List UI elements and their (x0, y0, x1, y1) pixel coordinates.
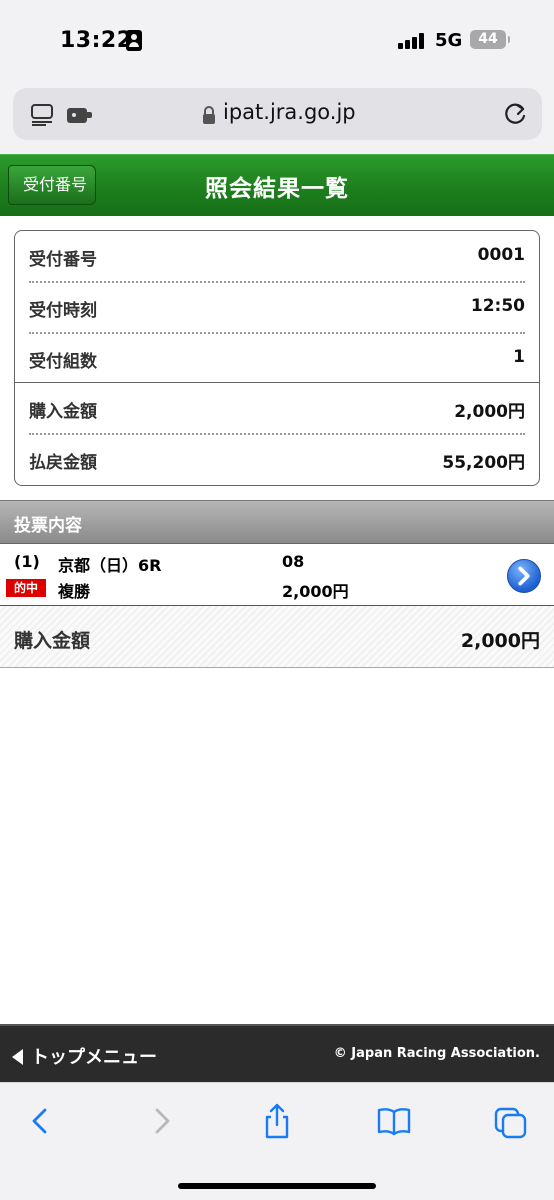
info-value: 1 (513, 347, 525, 367)
copyright: © Japan Racing Association. (333, 1046, 540, 1061)
info-value: 2,000円 (454, 402, 525, 422)
status-bar: 13:22 5G 44 (0, 0, 554, 84)
section-heading-bet-details: 投票内容 (0, 500, 554, 544)
url-text[interactable]: ipat.jra.go.jp (223, 100, 356, 124)
info-label: 受付時刻 (29, 301, 97, 321)
bet-combination: 08 (282, 552, 305, 571)
info-row-receipt-time: 受付時刻 12:50 (29, 282, 525, 332)
page-title: 照会結果一覧 (205, 176, 349, 202)
info-value: 12:50 (470, 296, 525, 316)
tabs-icon[interactable] (494, 1103, 528, 1139)
reader-mode-icon[interactable] (31, 104, 53, 126)
home-indicator (178, 1183, 376, 1189)
back-arrow-icon[interactable] (24, 1103, 58, 1139)
top-menu-label: トップメニュー (31, 1047, 157, 1068)
info-label: 受付番号 (29, 250, 97, 270)
address-bar[interactable]: ipat.jra.go.jp (13, 88, 542, 140)
forward-arrow-icon[interactable] (144, 1103, 178, 1139)
hit-badge: 的中 (6, 579, 46, 597)
clock: 13:22 (60, 28, 133, 53)
triangle-left-icon (12, 1049, 23, 1065)
info-value: 0001 (477, 245, 525, 265)
section-title: 投票内容 (14, 516, 82, 536)
share-icon[interactable] (260, 1103, 294, 1139)
top-menu-link[interactable]: トップメニュー (12, 1043, 157, 1069)
bet-type: 複勝 (58, 582, 91, 601)
battery-icon: 44 (470, 30, 510, 49)
total-row: 購入金額 2,000円 (0, 606, 554, 668)
bookmarks-icon[interactable] (377, 1103, 411, 1139)
signal-icon (398, 33, 428, 49)
bet-list-item[interactable]: (1) 京都（日）6R 08 的中 複勝 2,000円 (0, 544, 554, 606)
network-type: 5G (435, 30, 463, 51)
extensions-icon[interactable] (65, 104, 93, 126)
site-footer: トップメニュー © Japan Racing Association. (0, 1024, 554, 1082)
reload-icon[interactable] (502, 101, 528, 127)
summary-box: 受付番号 0001 受付時刻 12:50 受付組数 1 購入金額 2,000円 … (14, 230, 540, 486)
page-header: 受付番号 照会結果一覧 (0, 154, 554, 216)
info-value: 55,200円 (442, 453, 525, 473)
info-row-purchase-amount: 購入金額 2,000円 (29, 383, 525, 433)
total-value: 2,000円 (460, 630, 540, 652)
bet-race: 京都（日）6R (58, 556, 162, 575)
info-row-receipt-number: 受付番号 0001 (29, 231, 525, 281)
lock-icon (203, 106, 215, 124)
browser-toolbar (0, 1082, 554, 1200)
bet-number: (1) (14, 552, 40, 571)
info-row-payout-amount: 払戻金額 55,200円 (29, 434, 525, 484)
info-label: 受付組数 (29, 352, 97, 372)
info-row-set-count: 受付組数 1 (29, 333, 525, 383)
info-label: 購入金額 (29, 402, 97, 422)
total-label: 購入金額 (14, 630, 91, 652)
bet-amount: 2,000円 (282, 582, 349, 601)
contact-card-icon (126, 30, 142, 51)
browser-address-area: ipat.jra.go.jp (0, 84, 554, 154)
chevron-right-icon[interactable] (507, 559, 541, 593)
info-label: 払戻金額 (29, 453, 97, 473)
